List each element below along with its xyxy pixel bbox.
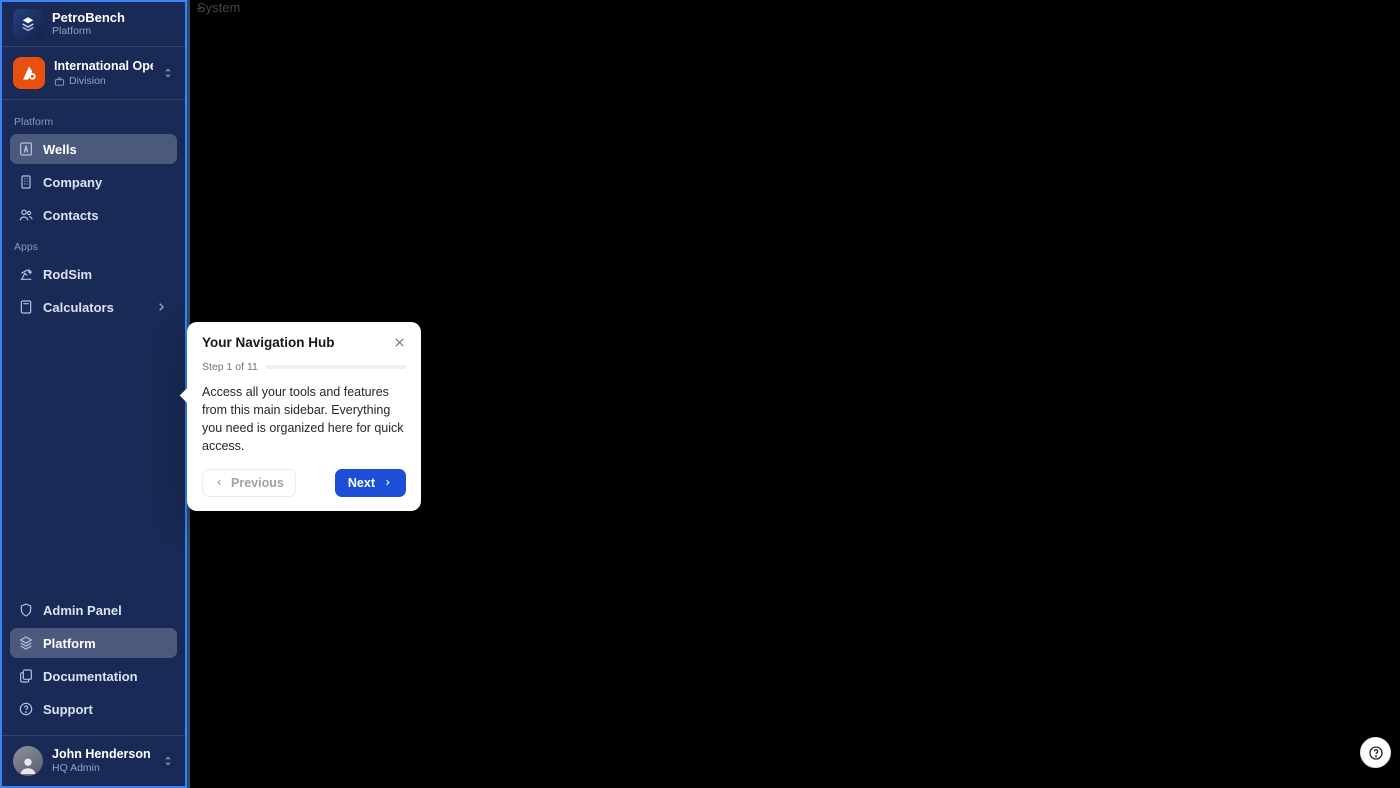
- sidebar-item-rodsim[interactable]: RodSim: [10, 259, 177, 289]
- pumpjack-icon: [18, 266, 34, 282]
- sidebar-item-support[interactable]: Support: [10, 694, 177, 724]
- tour-body-text: Access all your tools and features from …: [202, 383, 406, 456]
- help-icon: [18, 701, 34, 717]
- sidebar-item-admin-panel[interactable]: Admin Panel: [10, 595, 177, 625]
- briefcase-icon: [54, 76, 65, 87]
- sidebar-bottom-nav: Admin Panel Platform Documentation Support: [2, 587, 185, 735]
- sidebar-item-label: Platform: [43, 636, 96, 651]
- sidebar-item-company[interactable]: Company: [10, 167, 177, 197]
- user-role: HQ Admin: [52, 762, 151, 775]
- sidebar-item-label: Admin Panel: [43, 603, 122, 618]
- users-icon: [18, 207, 34, 223]
- org-logo-icon: [13, 57, 45, 89]
- sidebar-item-label: Contacts: [43, 208, 99, 223]
- sidebar-item-contacts[interactable]: Contacts: [10, 200, 177, 230]
- close-icon[interactable]: [393, 336, 406, 349]
- org-name: International Operatio: [54, 59, 153, 73]
- petrobench-logo-icon: [13, 9, 43, 39]
- tour-title: Your Navigation Hub: [202, 335, 335, 350]
- org-switcher[interactable]: International Operatio Division: [2, 47, 185, 100]
- tour-previous-button[interactable]: Previous: [202, 469, 296, 497]
- chevrons-up-down-icon: [162, 755, 174, 767]
- sidebar-item-calculators[interactable]: Calculators: [10, 292, 177, 322]
- chevrons-up-down-icon: [162, 67, 174, 79]
- chevron-left-icon: [214, 477, 225, 488]
- sidebar-item-wells[interactable]: Wells: [10, 134, 177, 164]
- building-icon: [18, 174, 34, 190]
- chevron-right-icon: [153, 299, 169, 315]
- calculator-icon: [18, 299, 34, 315]
- user-name: John Henderson: [52, 747, 151, 762]
- sidebar-nav: Platform Wells Company Contacts Apps RodSim Ca…: [2, 100, 185, 587]
- sidebar-item-label: Support: [43, 702, 93, 717]
- sidebar-item-label: RodSim: [43, 267, 92, 282]
- layers-icon: [18, 635, 34, 651]
- sidebar-item-documentation[interactable]: Documentation: [10, 661, 177, 691]
- shield-icon: [18, 602, 34, 618]
- help-button[interactable]: [1360, 737, 1391, 768]
- sidebar-section-label: Platform: [10, 108, 177, 134]
- sidebar-item-platform[interactable]: Platform: [10, 628, 177, 658]
- tour-progress-track: [266, 365, 406, 369]
- tour-step-label: Step 1 of 11: [202, 361, 258, 373]
- derrick-icon: [18, 141, 34, 157]
- sidebar: PetroBench Platform International Operat…: [0, 0, 187, 788]
- brand-header[interactable]: PetroBench Platform: [2, 2, 185, 47]
- sidebar-item-label: Documentation: [43, 669, 138, 684]
- user-menu[interactable]: John Henderson HQ Admin: [2, 735, 185, 786]
- org-type: Division: [69, 75, 106, 87]
- sidebar-item-label: Calculators: [43, 300, 114, 315]
- sidebar-section-label: Apps: [10, 233, 177, 259]
- sidebar-item-label: Company: [43, 175, 102, 190]
- docs-icon: [18, 668, 34, 684]
- tour-next-button[interactable]: Next: [335, 469, 406, 497]
- avatar: [13, 746, 43, 776]
- chevron-right-icon: [382, 477, 393, 488]
- sidebar-item-label: Wells: [43, 142, 77, 157]
- tour-popover: Your Navigation Hub Step 1 of 11 Access …: [187, 322, 421, 511]
- brand-name: PetroBench: [52, 11, 125, 26]
- brand-subtitle: Platform: [52, 25, 125, 37]
